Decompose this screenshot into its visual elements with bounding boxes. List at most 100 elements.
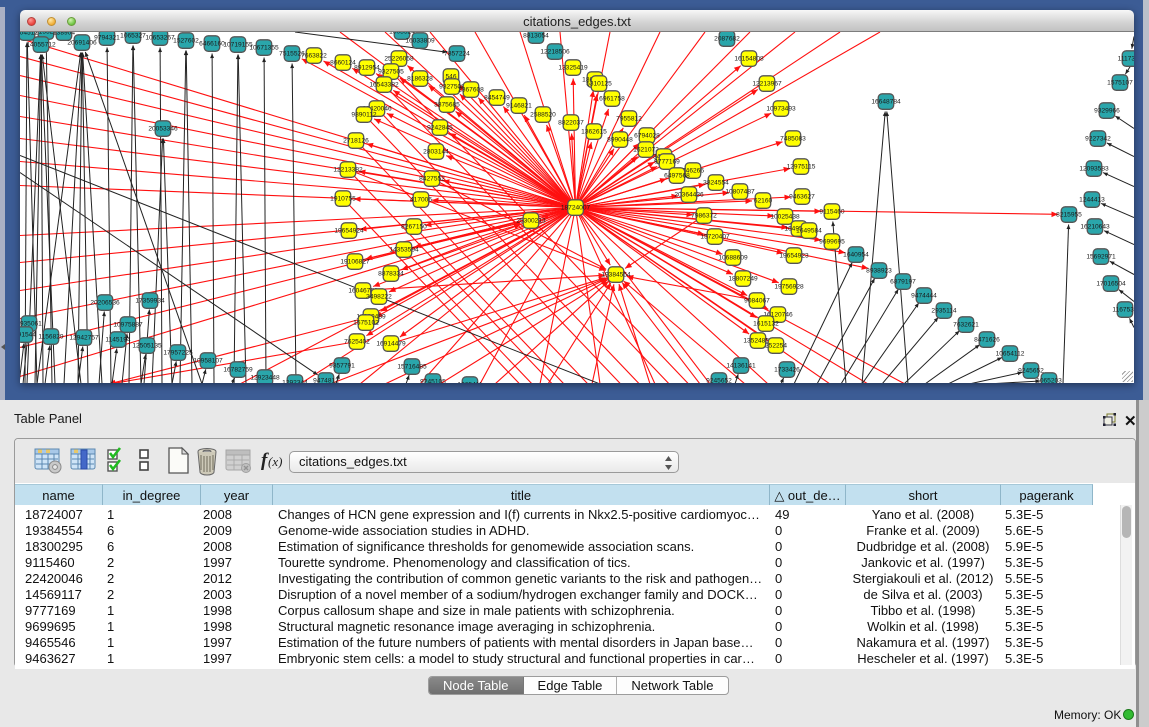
svg-text:19654924: 19654924 [334, 228, 364, 235]
svg-text:16154808: 16154808 [734, 56, 764, 63]
svg-text:1649584: 1649584 [796, 228, 822, 235]
svg-text:9245105: 9245105 [420, 379, 446, 383]
svg-text:9084067: 9084067 [744, 298, 770, 305]
svg-text:8660124: 8660124 [330, 60, 356, 67]
svg-text:6879197: 6879197 [890, 279, 916, 286]
svg-text:12213382: 12213382 [333, 167, 363, 174]
svg-text:6961758: 6961758 [599, 96, 625, 103]
svg-text:17957225: 17957225 [163, 350, 193, 357]
svg-text:17359934: 17359934 [135, 298, 165, 305]
svg-text:1640954: 1640954 [843, 252, 869, 259]
svg-text:9474444: 9474444 [911, 293, 937, 300]
svg-text:8912954: 8912954 [354, 65, 380, 72]
svg-text:7632621: 7632621 [953, 322, 979, 329]
svg-text:9474812: 9474812 [313, 378, 339, 383]
svg-text:9890112: 9890112 [351, 112, 377, 119]
svg-text:10973493: 10973493 [766, 106, 796, 113]
svg-text:9146821: 9146821 [506, 103, 532, 110]
svg-text:238904: 238904 [53, 32, 75, 37]
svg-text:3875685: 3875685 [434, 102, 460, 109]
svg-text:10958107: 10958107 [193, 358, 223, 365]
svg-text:1615132: 1615132 [753, 321, 779, 328]
svg-text:16210643: 16210643 [1080, 224, 1110, 231]
svg-text:7955812: 7955812 [616, 116, 642, 123]
svg-text:8454749: 8454749 [484, 95, 510, 102]
svg-text:6794028: 6794028 [634, 133, 660, 140]
svg-text:1003524: 1003524 [389, 32, 415, 36]
svg-text:15716485: 15716485 [397, 364, 427, 371]
svg-text:1575102: 1575102 [353, 320, 379, 327]
svg-text:8427552: 8427552 [419, 176, 445, 183]
svg-text:25300213: 25300213 [516, 218, 546, 225]
svg-text:18724007: 18724007 [561, 205, 591, 212]
svg-text:3824554: 3824554 [703, 180, 729, 187]
svg-text:14353594: 14353594 [389, 247, 419, 254]
svg-text:9327505: 9327505 [378, 69, 404, 76]
svg-text:17016504: 17016504 [1096, 281, 1126, 288]
svg-text:1733426: 1733426 [774, 367, 800, 374]
svg-text:16648784: 16648784 [871, 99, 901, 106]
svg-text:12975115: 12975115 [787, 164, 816, 171]
svg-text:7857224: 7857224 [444, 51, 470, 58]
svg-text:9329966: 9329966 [1094, 108, 1120, 115]
svg-text:8215955: 8215955 [1056, 212, 1082, 219]
svg-text:9777169: 9777169 [654, 159, 680, 166]
svg-text:9115460: 9115460 [819, 209, 845, 216]
svg-text:417006: 417006 [410, 197, 432, 204]
svg-text:9699695: 9699695 [819, 239, 845, 246]
svg-text:10975887: 10975887 [113, 322, 143, 329]
svg-text:7986372: 7986372 [691, 213, 717, 220]
svg-text:10654112: 10654112 [996, 351, 1025, 358]
svg-text:8990448: 8990448 [607, 137, 633, 144]
svg-text:12218506: 12218506 [540, 49, 570, 56]
svg-text:2803144: 2803144 [423, 149, 449, 156]
svg-text:7515526: 7515526 [279, 51, 305, 58]
svg-text:20364436: 20364436 [674, 192, 704, 199]
svg-text:1065203: 1065203 [1036, 378, 1062, 383]
svg-text:12923448: 12923448 [250, 375, 280, 382]
svg-text:1065411: 1065411 [457, 382, 483, 383]
svg-text:16782759: 16782759 [223, 367, 253, 374]
svg-text:6466160: 6466160 [199, 41, 225, 48]
svg-text:1910755: 1910755 [330, 196, 356, 203]
svg-text:1156829: 1156829 [38, 334, 64, 341]
svg-text:1362615: 1362615 [581, 129, 607, 136]
svg-text:20691406: 20691406 [67, 40, 97, 47]
svg-text:8471626: 8471626 [974, 337, 1000, 344]
svg-text:8186328: 8186328 [407, 76, 433, 83]
svg-text:9245652: 9245652 [706, 378, 732, 383]
svg-text:9463627: 9463627 [789, 194, 815, 201]
svg-text:10688609: 10688609 [718, 255, 748, 262]
svg-text:7485083: 7485083 [780, 136, 806, 143]
svg-text:1065327: 1065327 [120, 33, 146, 40]
svg-text:19654923: 19654923 [779, 253, 809, 260]
svg-text:2935114: 2935114 [931, 308, 957, 315]
svg-text:7663822: 7663822 [301, 53, 327, 60]
svg-text:15692971: 15692971 [1086, 254, 1116, 261]
svg-text:2367608: 2367608 [458, 87, 484, 94]
svg-text:6497568: 6497568 [664, 173, 690, 180]
svg-text:1621072: 1621072 [633, 147, 659, 154]
svg-text:9857791: 9857791 [329, 363, 355, 370]
svg-text:1244413: 1244413 [1079, 197, 1105, 204]
svg-text:14136141: 14136141 [726, 363, 756, 370]
svg-text:8878334: 8878334 [378, 271, 404, 278]
svg-text:19384554: 19384554 [601, 272, 631, 279]
svg-text:2588520: 2588520 [530, 112, 556, 119]
svg-text:12093583: 12093583 [1079, 166, 1109, 173]
svg-text:1527602: 1527602 [173, 38, 199, 45]
svg-text:7625402: 7625402 [344, 339, 370, 346]
svg-text:1292344: 1292344 [282, 380, 308, 383]
svg-text:62160: 62160 [754, 198, 773, 205]
svg-text:10671355: 10671355 [249, 45, 279, 52]
svg-text:1117352: 1117352 [1118, 56, 1134, 63]
svg-text:12505135: 12505135 [132, 343, 162, 350]
svg-text:8267150: 8267150 [401, 224, 427, 231]
svg-text:25226058: 25226058 [384, 56, 414, 63]
svg-text:20053346: 20053346 [148, 126, 178, 133]
svg-text:19756928: 19756928 [774, 284, 804, 291]
svg-text:2718126: 2718126 [343, 138, 369, 145]
svg-text:12942757: 12942757 [69, 335, 99, 342]
svg-text:8938923: 8938923 [866, 268, 892, 275]
svg-text:9242845: 9242845 [427, 125, 453, 132]
